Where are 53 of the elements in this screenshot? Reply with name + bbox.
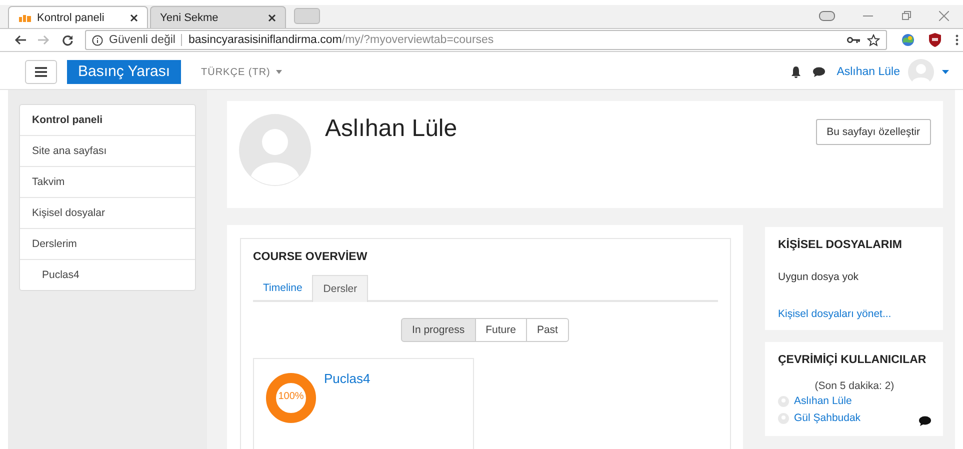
progress-value: 100% [277,391,305,402]
block-title: COURSE OVERVİEW [253,251,368,263]
profile-icon[interactable] [819,11,835,21]
manage-files-link[interactable]: Kişisel dosyaları yönet... [778,308,931,320]
back-icon[interactable] [14,35,26,45]
security-label: Güvenli değil [109,34,176,46]
user-link[interactable]: Gül Şahbudak [794,412,861,424]
browser-tab[interactable]: Yeni Sekme [150,6,286,28]
user-link[interactable]: Aslıhan Lüle [794,395,852,407]
online-summary: (Son 5 dakika: 2) [814,380,896,392]
avatar-icon [239,114,311,186]
block-title: KİŞİSEL DOSYALARIM [778,239,903,251]
info-icon [92,34,103,46]
chat-icon[interactable] [812,67,825,77]
filter-button[interactable]: In progress [401,318,476,342]
browser-tab[interactable]: Kontrol paneli [8,6,148,28]
block-title: ÇEVRİMİÇİ KULLANICILAR [778,354,928,366]
profile-name: Aslıhan Lüle [325,114,458,144]
navigation-item[interactable]: Puclas4 [20,259,195,290]
empty-message: Uygun dosya yok [778,271,860,283]
caret-icon[interactable] [942,70,949,74]
language-menu[interactable]: TÜRKÇE (TR) [201,66,270,78]
more-icon[interactable] [955,34,959,46]
chat-icon[interactable] [919,416,931,426]
extension-icon[interactable] [901,33,915,47]
course-link[interactable]: Puclas4 [324,371,370,386]
shield-icon[interactable] [929,33,941,47]
address-bar[interactable]: Güvenli değil basincyarasisiniflandirma.com/my/?myoverviewtab=courses [85,30,887,50]
site-name-button[interactable]: Basınç Yarası [67,60,181,84]
tab[interactable]: Timeline [253,275,312,302]
navigation-item[interactable]: Kişisel dosyalar [20,197,195,228]
navigation-item[interactable]: Site ana sayfası [20,135,195,166]
filter-button[interactable]: Future [474,318,527,342]
restore-icon[interactable] [901,11,911,21]
caret-icon[interactable] [276,70,282,74]
filter-button[interactable]: Past [526,318,569,342]
bell-icon[interactable] [790,66,801,78]
reload-icon[interactable] [62,34,73,46]
navigation-item[interactable]: Kontrol paneli [20,105,195,135]
navigation-item[interactable]: Derslerim [20,228,195,259]
close-icon[interactable] [130,14,138,22]
progress-ring [266,373,316,423]
navigation-item[interactable]: Takvim [20,166,195,197]
star-icon[interactable] [867,34,880,46]
key-icon[interactable] [847,36,861,44]
tab[interactable]: Dersler [312,275,368,302]
customize-page-button[interactable]: Bu sayfayı özelleştir [816,119,931,145]
close-icon[interactable] [268,14,276,22]
menu-icon [35,67,47,77]
menu-button[interactable] [25,60,57,84]
site-logo-icon [18,12,32,22]
user-name-link[interactable]: Aslıhan Lüle [836,66,900,78]
url-text: basincyarasisiniflandirma.com/my/?myoverviewtab=courses [188,34,494,46]
